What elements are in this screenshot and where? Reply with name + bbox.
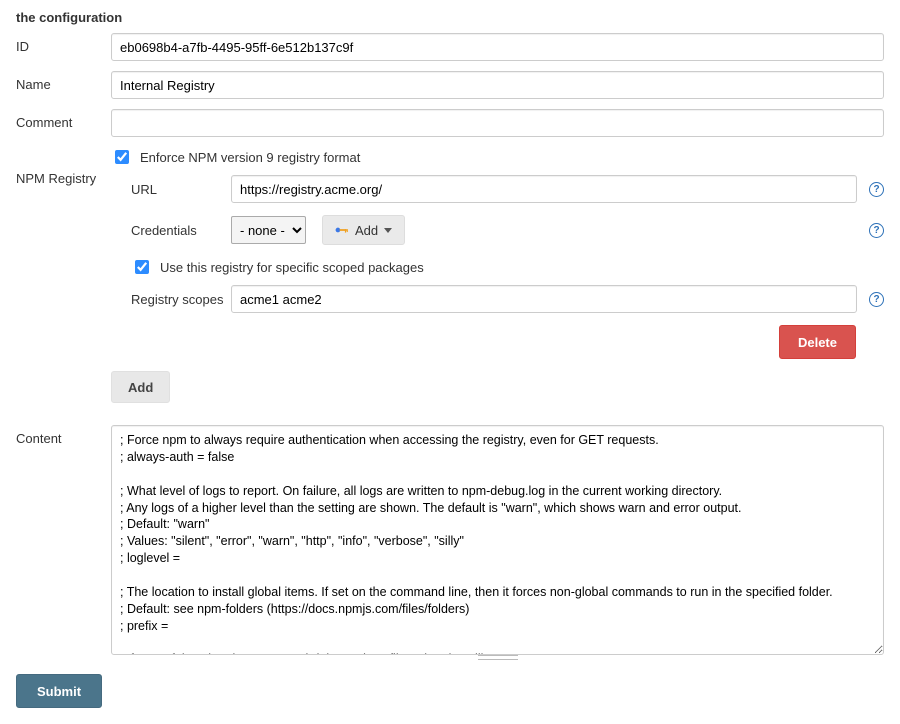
- name-input[interactable]: [111, 71, 884, 99]
- comment-label: Comment: [16, 109, 111, 130]
- add-registry-button[interactable]: Add: [111, 371, 170, 403]
- add-credentials-button[interactable]: Add: [322, 215, 405, 245]
- name-label: Name: [16, 71, 111, 92]
- enforce-label: Enforce NPM version 9 registry format: [140, 150, 360, 165]
- delete-button[interactable]: Delete: [779, 325, 856, 359]
- scopes-label: Registry scopes: [131, 292, 231, 307]
- resize-handle-icon[interactable]: [478, 655, 518, 661]
- url-input[interactable]: [231, 175, 857, 203]
- id-label: ID: [16, 33, 111, 54]
- npm-registry-label: NPM Registry: [16, 147, 111, 186]
- scoped-checkbox[interactable]: [135, 260, 149, 274]
- comment-input[interactable]: [111, 109, 884, 137]
- enforce-checkbox[interactable]: [115, 150, 129, 164]
- key-icon: [335, 225, 349, 235]
- id-input[interactable]: [111, 33, 884, 61]
- content-textarea[interactable]: [111, 425, 884, 655]
- section-title: the configuration: [16, 10, 884, 25]
- credentials-select[interactable]: - none -: [231, 216, 306, 244]
- help-icon[interactable]: ?: [869, 292, 884, 307]
- content-label: Content: [16, 425, 111, 446]
- url-label: URL: [131, 182, 231, 197]
- help-icon[interactable]: ?: [869, 182, 884, 197]
- help-icon[interactable]: ?: [869, 223, 884, 238]
- chevron-down-icon: [384, 228, 392, 233]
- scopes-input[interactable]: [231, 285, 857, 313]
- credentials-label: Credentials: [131, 223, 231, 238]
- scoped-label: Use this registry for specific scoped pa…: [160, 260, 424, 275]
